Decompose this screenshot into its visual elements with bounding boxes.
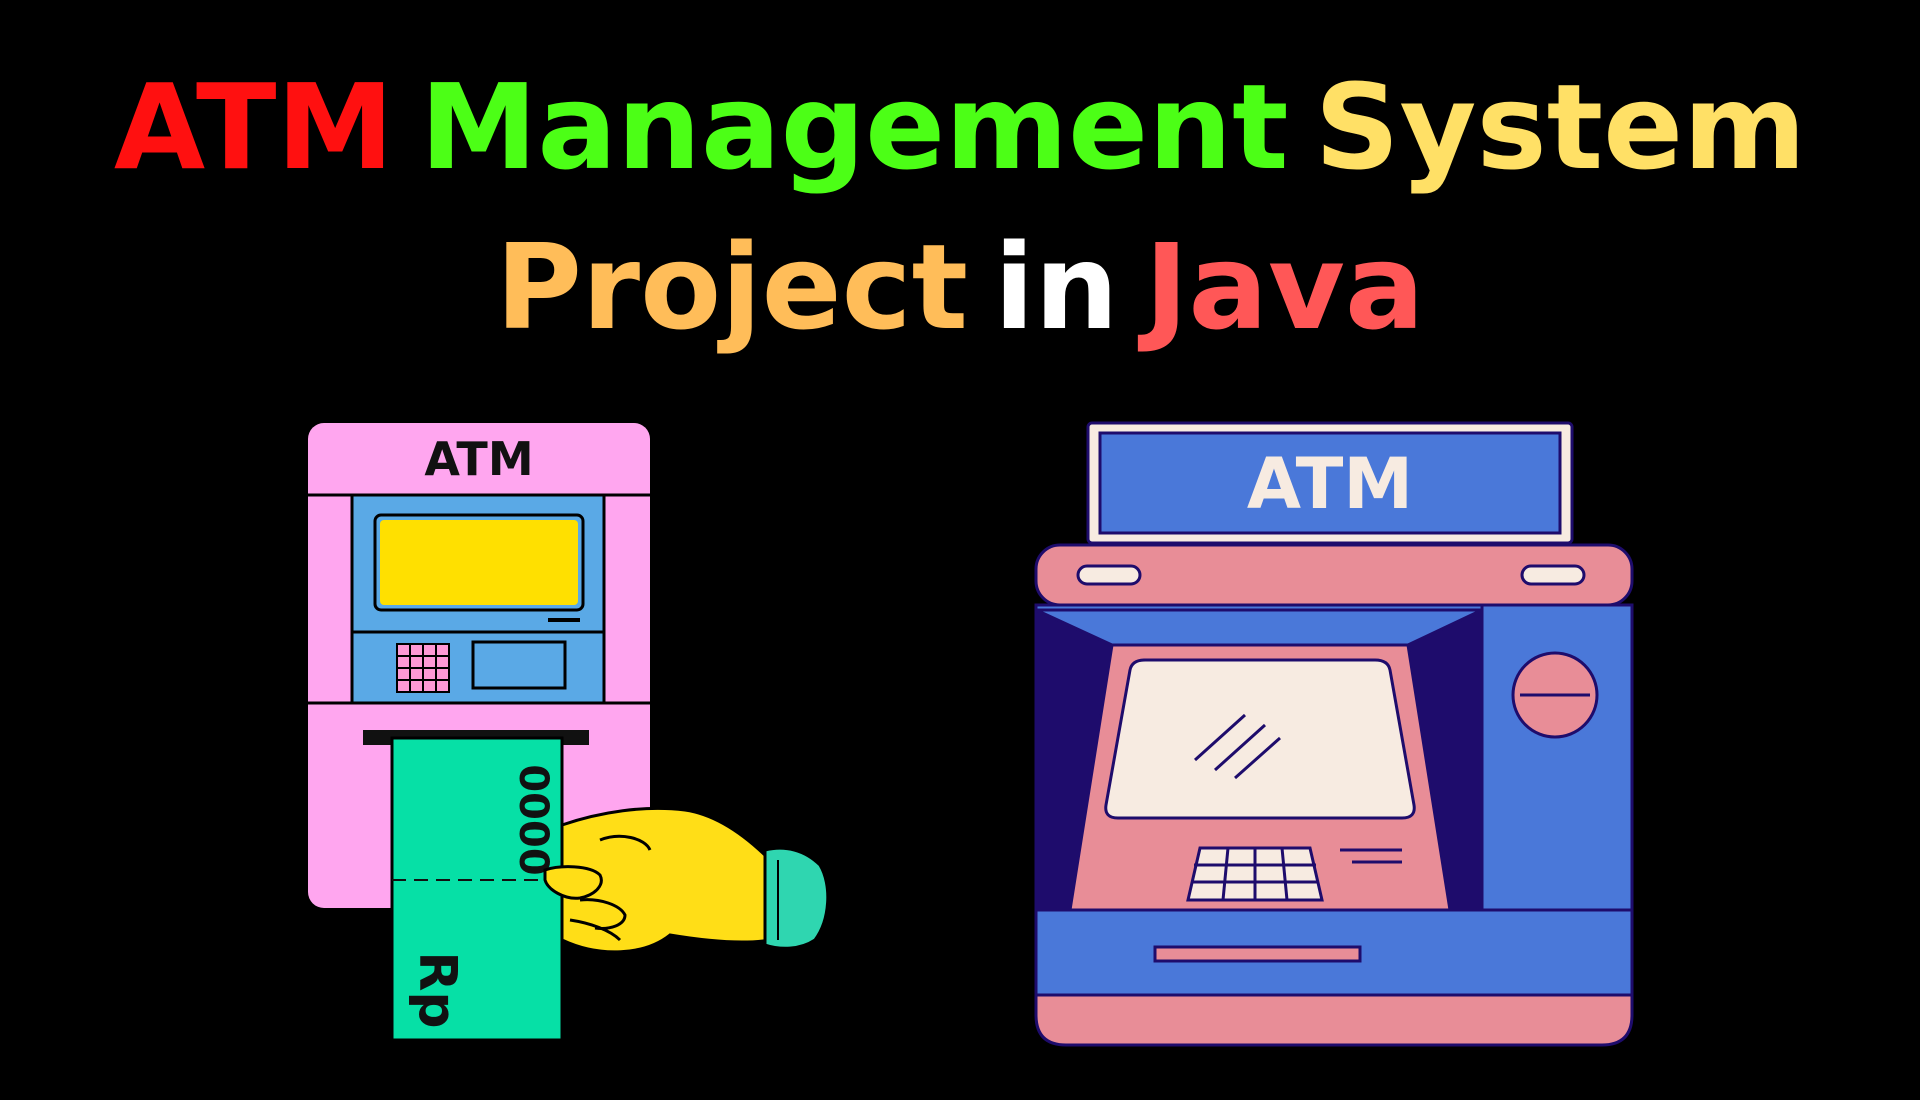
left-atm-illustration: ATM 0000 Rp — [308, 423, 830, 1042]
title-word-java: Java — [1144, 218, 1425, 356]
title-word-atm: ATM — [113, 58, 394, 196]
title-word-project: Project — [495, 218, 969, 356]
right-atm-screen — [1104, 658, 1416, 820]
title-word-management: Management — [419, 58, 1289, 196]
left-atm-screen — [380, 520, 578, 605]
left-atm-sign: ATM — [424, 432, 533, 486]
title-line-2: Project in Java — [0, 228, 1920, 346]
hand — [543, 806, 830, 954]
title-line-1: ATM Management System — [0, 68, 1920, 186]
left-atm-keypad — [396, 643, 450, 693]
right-atm-sign-text: ATM — [1247, 443, 1413, 525]
title-word-system: System — [1314, 58, 1807, 196]
left-atm-card-slot — [471, 640, 567, 690]
right-atm-keyboard — [1186, 846, 1324, 902]
banknote-currency: Rp — [407, 951, 467, 1028]
right-atm-base — [1034, 993, 1634, 1047]
banknote: 0000 Rp — [390, 736, 564, 1042]
banknote-digits: 0000 — [510, 764, 556, 875]
right-atm-cash-slot — [1153, 945, 1362, 963]
title-word-in: in — [994, 218, 1119, 356]
right-atm-illustration: ATM — [1034, 421, 1634, 1047]
